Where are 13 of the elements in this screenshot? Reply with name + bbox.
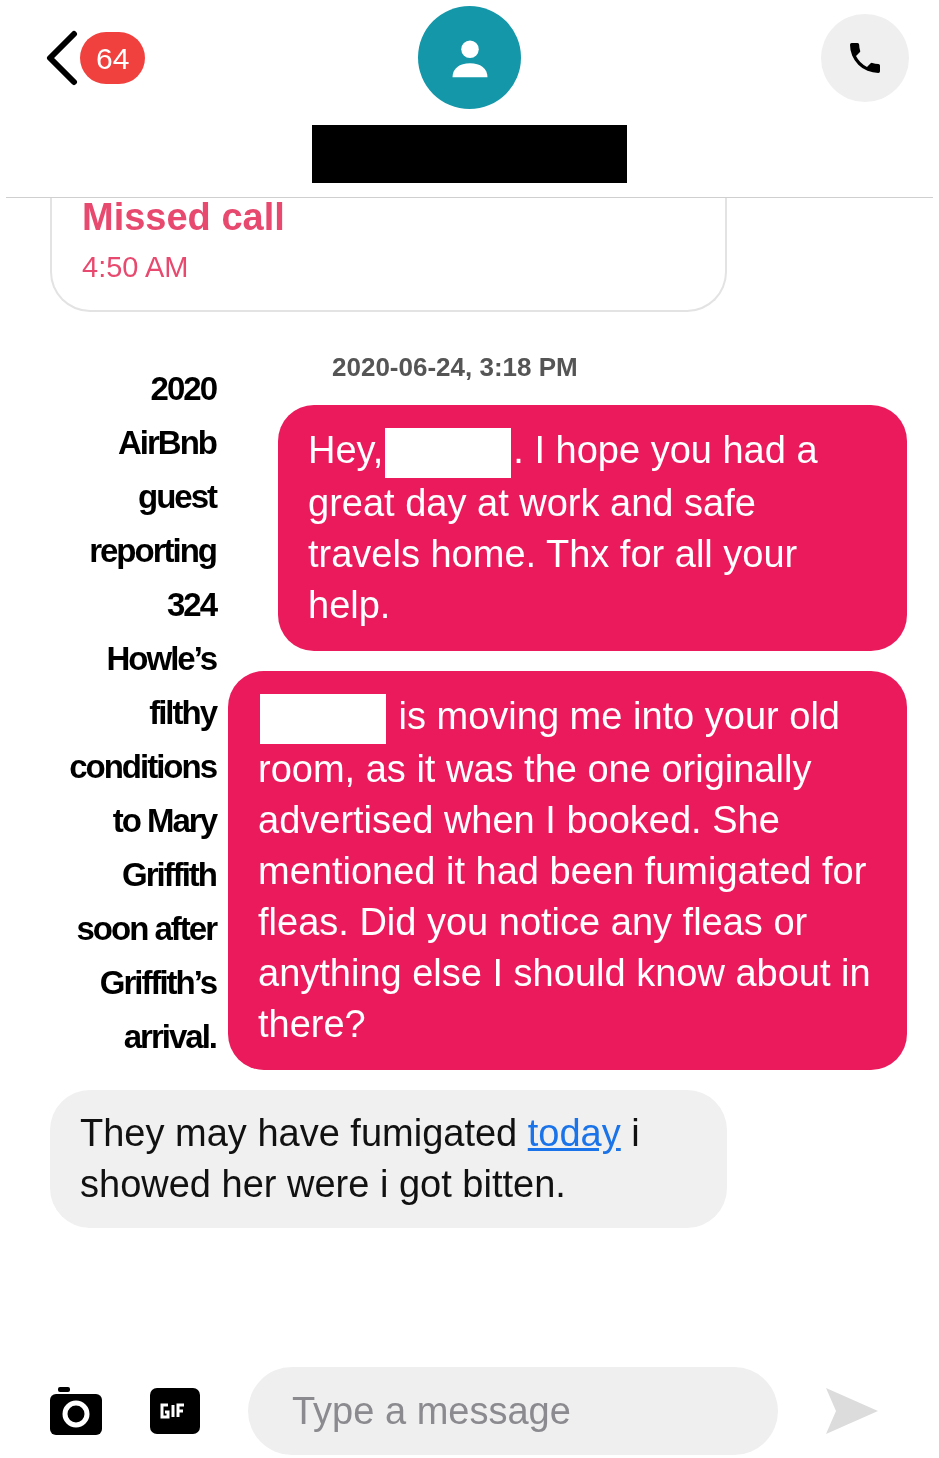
message-input[interactable]: Type a message — [248, 1367, 778, 1455]
unread-badge: 64 — [80, 32, 146, 84]
camera-icon[interactable] — [50, 1387, 102, 1435]
date-timestamp: 2020-06-24, 3:18 PM — [332, 351, 579, 384]
missed-call-title: Missed call — [82, 198, 286, 236]
gif-icon[interactable] — [150, 1388, 200, 1434]
missed-call-time: 4:50 AM — [82, 250, 190, 285]
annotation-text: 2020 AirBnb guest reporting 324 Howle’s filthy conditions to Mary Griffith soon after Griffith’s arrival. — [68, 369, 216, 1057]
message-bubble: Hey, . I hope you had a great day at work and safe travels home. Thx for all your help. — [278, 405, 907, 651]
message-bubble: is moving me into your old room, as it was the one originally advertised when I booked. She mentioned it had been fumigated for fleas. Did you notice any fleas or anything else I should know about in there? — [228, 670, 907, 1070]
date-link[interactable]: today — [527, 1111, 621, 1154]
back-chevron-icon[interactable] — [44, 30, 78, 86]
message-bubble: They may have fumigated today i showed her were i got bitten. — [50, 1089, 727, 1228]
